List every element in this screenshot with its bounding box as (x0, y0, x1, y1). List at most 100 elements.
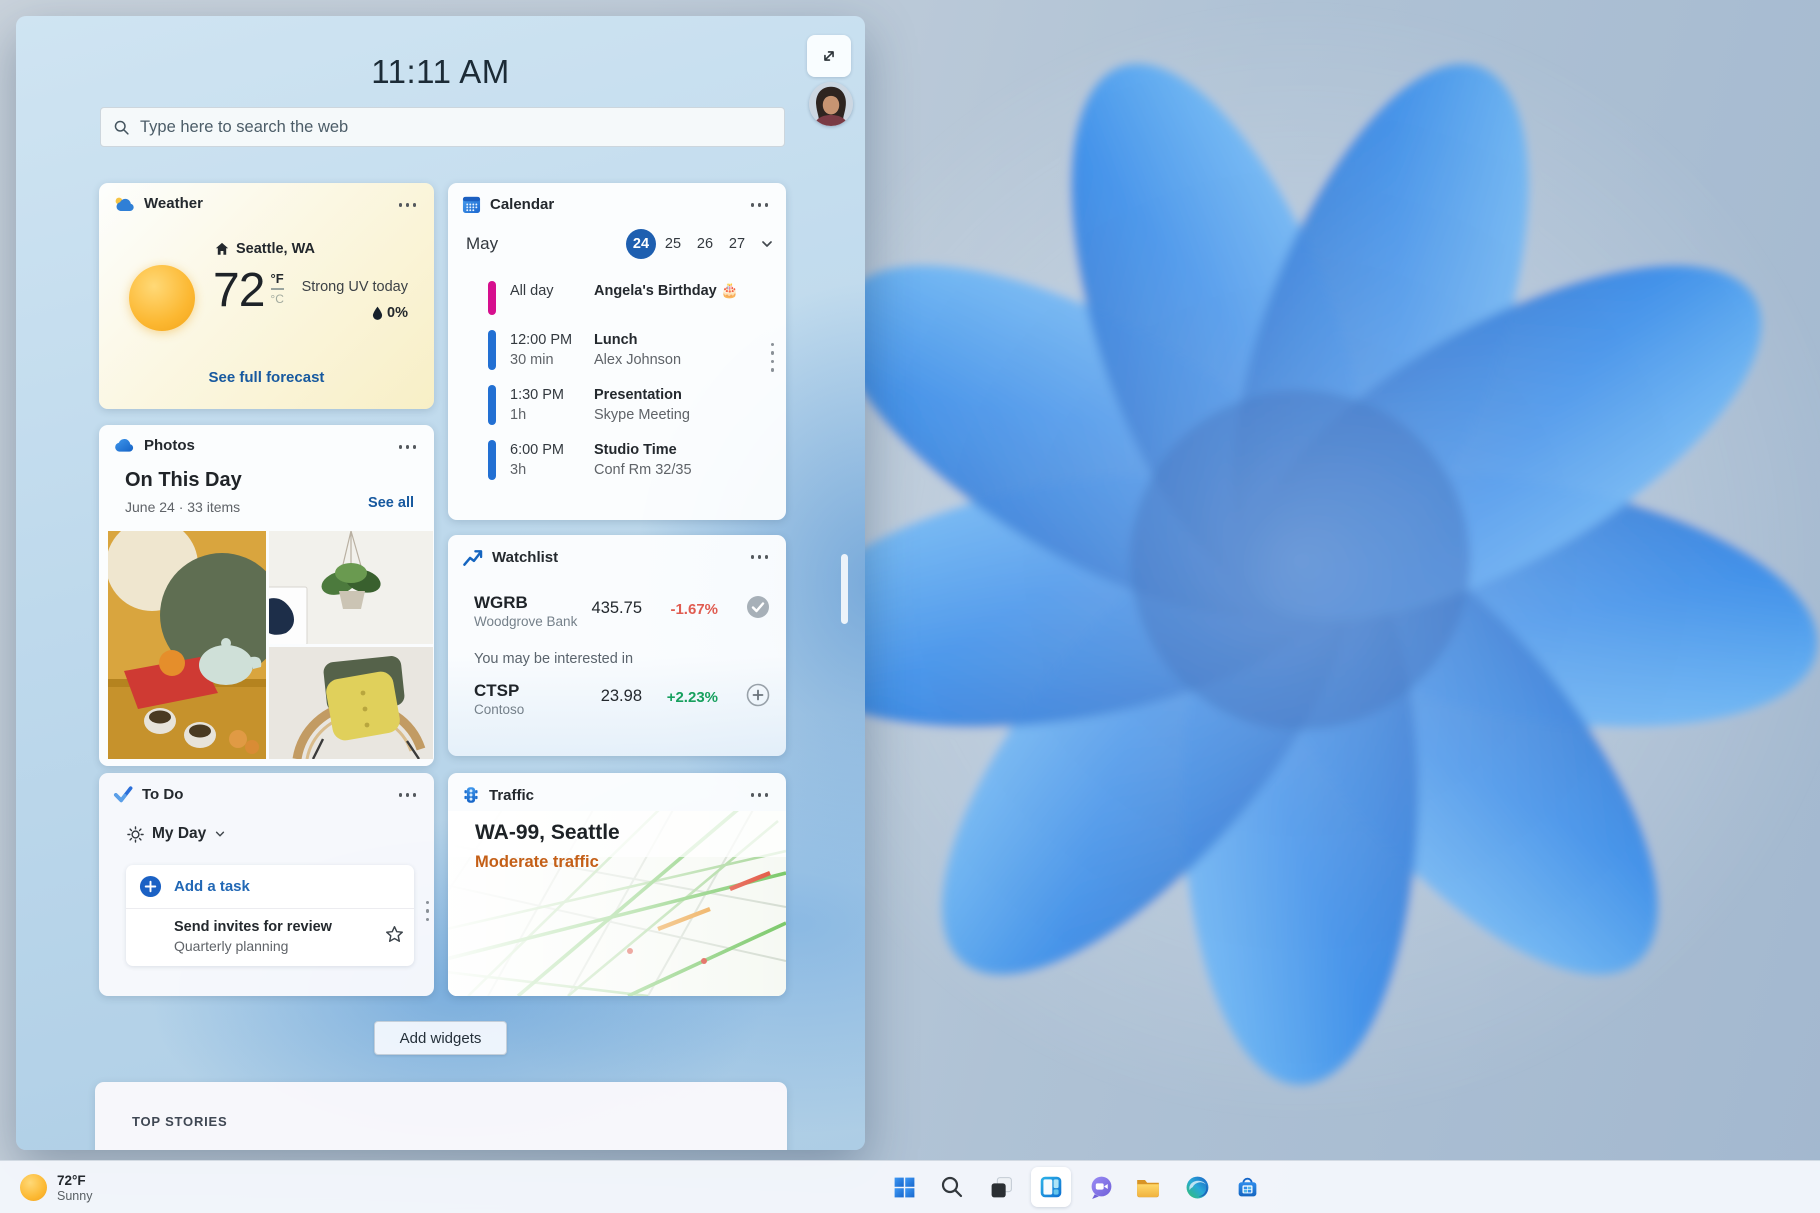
taskbar-condition: Sunny (57, 1189, 92, 1203)
widgets-panel: 11:11 AM (16, 16, 865, 1150)
sunny-icon (20, 1174, 47, 1201)
photos-more-button[interactable] (393, 439, 422, 455)
avatar-image (809, 82, 853, 126)
calendar-day-selected[interactable]: 24 (626, 229, 656, 259)
edge-button[interactable] (1177, 1167, 1217, 1207)
search-icon (940, 1175, 964, 1199)
photo-thumbnail-plant[interactable] (269, 531, 434, 644)
event-title: Angela's Birthday (594, 283, 717, 299)
add-to-watchlist-icon[interactable] (746, 683, 770, 707)
todo-more-button[interactable] (393, 787, 422, 803)
photos-subheading: June 24 · 33 items (125, 499, 240, 515)
sun-icon (129, 265, 195, 331)
todo-list-name: My Day (152, 825, 206, 843)
panel-scrollbar[interactable] (841, 554, 848, 624)
traffic-widget[interactable]: Traffic WA-99, Seattle Moderate traffic (448, 773, 786, 996)
weather-condition: Strong UV today (302, 279, 408, 295)
chevron-down-icon (214, 828, 226, 840)
calendar-event[interactable]: 1:30 PM 1h Presentation Skype Meeting (488, 385, 760, 425)
widgets-button[interactable] (1031, 1167, 1071, 1207)
event-subtitle: Skype Meeting (594, 407, 690, 423)
taskbar-weather-button[interactable]: 72°F Sunny (8, 1164, 104, 1211)
weather-widget[interactable]: Weather Seattle, WA 72 °F °C Strong UV t… (99, 183, 434, 409)
file-explorer-button[interactable] (1128, 1167, 1168, 1207)
photos-widget[interactable]: Photos On This Day June 24 · 33 items Se… (99, 425, 434, 766)
task-view-button[interactable] (981, 1167, 1021, 1207)
chat-button[interactable] (1081, 1167, 1121, 1207)
calendar-day[interactable]: 25 (658, 229, 688, 259)
calendar-day[interactable]: 26 (690, 229, 720, 259)
weather-more-button[interactable] (393, 197, 422, 213)
temperature-value: 72 (213, 263, 264, 318)
top-stories-card: TOP STORIES (95, 1082, 787, 1150)
expand-icon (820, 47, 838, 65)
stock-change: -1.67% (670, 601, 718, 618)
droplet-icon (372, 306, 383, 320)
task-item[interactable]: Send invites for review Quarterly planni… (126, 909, 414, 966)
widget-title: To Do (142, 786, 183, 803)
see-all-link[interactable]: See all (368, 495, 414, 511)
weather-location: Seattle, WA (236, 241, 315, 257)
search-input[interactable] (140, 118, 772, 137)
todo-task-box: Add a task Send invites for review Quart… (126, 865, 414, 966)
event-list-scroll-handle[interactable] (771, 343, 774, 372)
traffic-route: WA-99, Seattle (475, 821, 620, 845)
clock: 11:11 AM (16, 53, 865, 91)
calendar-event[interactable]: 6:00 PM 3h Studio Time Conf Rm 32/35 (488, 440, 760, 480)
windows-start-icon (892, 1175, 917, 1200)
watchlist-more-button[interactable] (745, 549, 774, 565)
todo-check-icon (113, 785, 133, 803)
traffic-light-icon (462, 785, 480, 805)
calendar-event[interactable]: 12:00 PM 30 min Lunch Alex Johnson (488, 330, 760, 370)
task-view-icon (989, 1175, 1014, 1200)
watchlist-widget[interactable]: Watchlist WGRB Woodgrove Bank 435.75 -1.… (448, 535, 786, 756)
event-subtitle: Conf Rm 32/35 (594, 462, 692, 478)
widget-title: Traffic (489, 787, 534, 804)
widget-title: Calendar (490, 196, 554, 213)
add-task-button[interactable]: Add a task (126, 865, 414, 909)
star-task-button[interactable] (385, 925, 404, 947)
watchlist-stock-row[interactable]: WGRB Woodgrove Bank 435.75 -1.67% (474, 593, 770, 629)
user-avatar[interactable] (809, 82, 853, 126)
taskbar-search-button[interactable] (932, 1167, 972, 1207)
top-stories-label: TOP STORIES (132, 1114, 228, 1129)
weather-cloud-icon (113, 196, 135, 212)
calendar-more-button[interactable] (745, 197, 774, 213)
calendar-widget[interactable]: Calendar May 24 25 26 27 All day (448, 183, 786, 520)
todo-widget[interactable]: To Do My Day (99, 773, 434, 996)
added-check-icon[interactable] (746, 595, 770, 619)
start-button[interactable] (884, 1167, 924, 1207)
task-list-name: Quarterly planning (174, 938, 374, 954)
chat-icon (1089, 1175, 1114, 1200)
task-drag-handle[interactable] (426, 901, 429, 921)
chevron-down-icon[interactable] (760, 237, 774, 251)
event-color-bar (488, 281, 496, 315)
add-widgets-button[interactable]: Add widgets (374, 1021, 507, 1055)
traffic-status: Moderate traffic (475, 853, 599, 872)
event-color-bar (488, 385, 496, 425)
event-emoji: 🎂 (721, 283, 739, 299)
watchlist-note: You may be interested in (474, 651, 633, 667)
star-icon (385, 925, 404, 944)
calendar-event[interactable]: All day Angela's Birthday 🎂 (488, 281, 760, 315)
calendar-day[interactable]: 27 (722, 229, 752, 259)
see-full-forecast-link[interactable]: See full forecast (99, 369, 434, 386)
home-icon (215, 242, 229, 256)
widget-title: Watchlist (492, 549, 558, 566)
precipitation-value: 0% (387, 305, 408, 321)
store-button[interactable] (1227, 1167, 1267, 1207)
photo-thumbnail-chair[interactable] (269, 647, 434, 766)
search-bar[interactable] (100, 107, 785, 147)
event-title: Studio Time (594, 442, 677, 458)
todo-list-selector[interactable]: My Day (127, 825, 226, 843)
widgets-icon (1038, 1174, 1064, 1200)
unit-fahrenheit[interactable]: °F (271, 271, 284, 290)
photo-thumbnail-still-life[interactable] (108, 531, 266, 766)
watchlist-suggestion-row[interactable]: CTSP Contoso 23.98 +2.23% (474, 681, 770, 717)
stock-price: 23.98 (601, 687, 642, 706)
taskbar-temperature: 72°F (57, 1173, 92, 1188)
expand-panel-button[interactable] (807, 35, 851, 77)
unit-celsius[interactable]: °C (270, 292, 283, 306)
unit-toggle[interactable]: °F °C (270, 271, 283, 318)
traffic-more-button[interactable] (745, 787, 774, 803)
